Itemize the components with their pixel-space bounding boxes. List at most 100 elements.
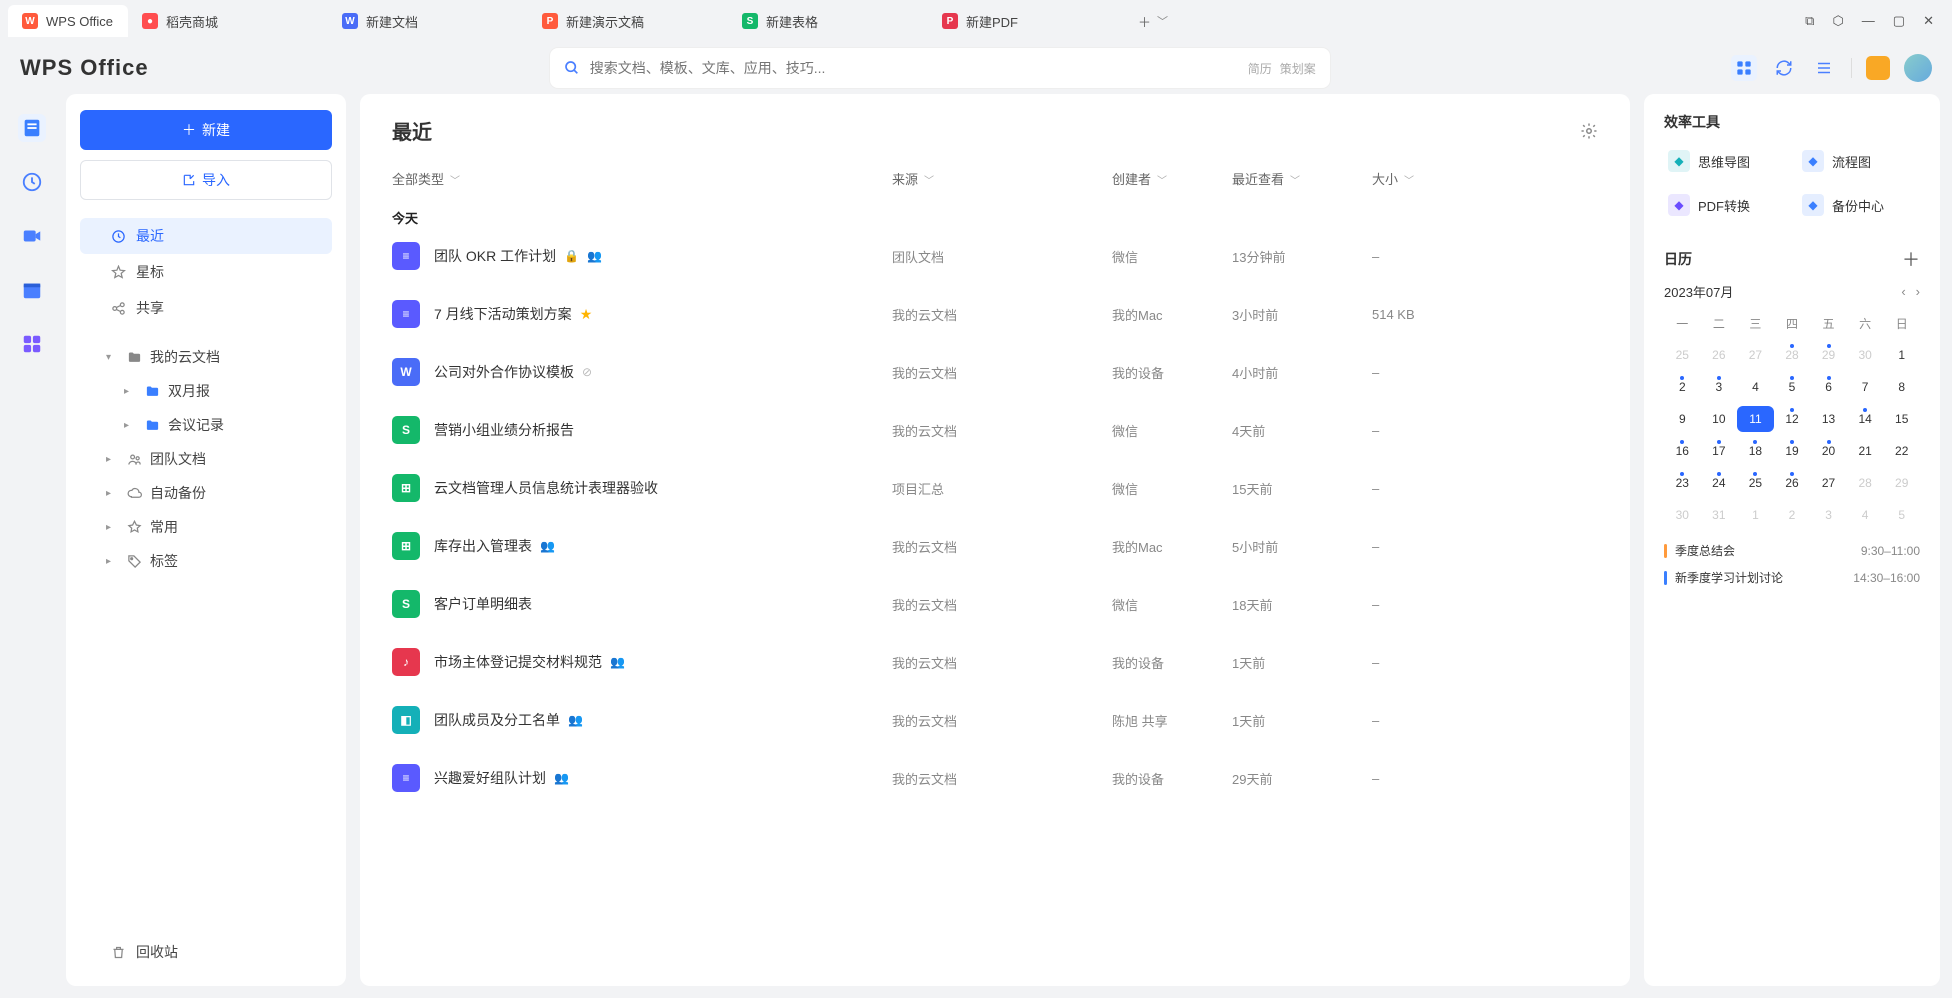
file-row[interactable]: ♪ 市场主体登记提交材料规范👥 我的云文档 我的设备 1天前 –: [392, 633, 1598, 691]
calendar-day[interactable]: 22: [1883, 438, 1920, 464]
calendar-event[interactable]: 新季度学习计划讨论14:30–16:00: [1664, 569, 1920, 586]
col-source[interactable]: 来源﹀: [892, 169, 1112, 188]
calendar-day[interactable]: 26: [1774, 470, 1811, 496]
rail-docs-icon[interactable]: [18, 114, 46, 142]
file-row[interactable]: ⊞ 库存出入管理表👥 我的云文档 我的Mac 5小时前 –: [392, 517, 1598, 575]
calendar-day[interactable]: 21: [1847, 438, 1884, 464]
calendar-day[interactable]: 25: [1737, 470, 1774, 496]
calendar-day[interactable]: 20: [1810, 438, 1847, 464]
tab[interactable]: P新建演示文稿: [528, 5, 728, 37]
calendar-day[interactable]: 29: [1810, 342, 1847, 368]
calendar-day[interactable]: 2: [1664, 374, 1701, 400]
calendar-day[interactable]: 2: [1774, 502, 1811, 528]
calendar-day[interactable]: 13: [1810, 406, 1847, 432]
rail-calendar-icon[interactable]: [18, 276, 46, 304]
minimize-icon[interactable]: —: [1862, 13, 1875, 29]
calendar-day[interactable]: 5: [1883, 502, 1920, 528]
menu-icon[interactable]: [1811, 55, 1837, 81]
tree-item[interactable]: ▾我的云文档: [80, 340, 332, 374]
gear-icon[interactable]: [1580, 122, 1598, 140]
nav-item[interactable]: 星标: [80, 254, 332, 290]
tab[interactable]: P新建PDF: [928, 5, 1128, 37]
calendar-day[interactable]: 14: [1847, 406, 1884, 432]
calendar-day[interactable]: 24: [1701, 470, 1738, 496]
file-row[interactable]: S 客户订单明细表 我的云文档 微信 18天前 –: [392, 575, 1598, 633]
new-button[interactable]: ＋ 新建: [80, 110, 332, 150]
nav-item[interactable]: 共享: [80, 290, 332, 326]
calendar-day[interactable]: 23: [1664, 470, 1701, 496]
file-row[interactable]: S 营销小组业绩分析报告 我的云文档 微信 4天前 –: [392, 401, 1598, 459]
nav-item[interactable]: 最近: [80, 218, 332, 254]
apps-grid-icon[interactable]: [1731, 55, 1757, 81]
tree-item[interactable]: ▸团队文档: [80, 442, 332, 476]
tool-item[interactable]: ◆流程图: [1798, 144, 1920, 178]
calendar-prev-icon[interactable]: ‹: [1901, 284, 1905, 299]
search-tag-1[interactable]: 简历: [1248, 60, 1272, 77]
calendar-day[interactable]: 27: [1737, 342, 1774, 368]
calendar-next-icon[interactable]: ›: [1916, 284, 1920, 299]
chevron-down-icon[interactable]: ﹀: [1157, 13, 1168, 29]
calendar-day[interactable]: 11: [1737, 406, 1774, 432]
layout-icon[interactable]: ⧉: [1805, 13, 1814, 29]
user-avatar[interactable]: [1904, 54, 1932, 82]
tool-item[interactable]: ◆思维导图: [1664, 144, 1786, 178]
tab[interactable]: W新建文档: [328, 5, 528, 37]
file-row[interactable]: ≡ 兴趣爱好组队计划👥 我的云文档 我的设备 29天前 –: [392, 749, 1598, 807]
file-row[interactable]: ⊞ 云文档管理人员信息统计表理器验收 项目汇总 微信 15天前 –: [392, 459, 1598, 517]
search-box[interactable]: 简历 策划案: [550, 48, 1330, 88]
calendar-day[interactable]: 28: [1847, 470, 1884, 496]
calendar-day[interactable]: 4: [1847, 502, 1884, 528]
plus-icon[interactable]: ＋: [1138, 12, 1151, 31]
calendar-day[interactable]: 4: [1737, 374, 1774, 400]
calendar-day[interactable]: 25: [1664, 342, 1701, 368]
calendar-day[interactable]: 15: [1883, 406, 1920, 432]
calendar-day[interactable]: 17: [1701, 438, 1738, 464]
new-tab-controls[interactable]: ＋ ﹀: [1138, 12, 1168, 31]
file-row[interactable]: ≡ 团队 OKR 工作计划🔒👥 团队文档 微信 13分钟前 –: [392, 227, 1598, 285]
tool-item[interactable]: ◆备份中心: [1798, 188, 1920, 222]
calendar-day[interactable]: 30: [1847, 342, 1884, 368]
calendar-day[interactable]: 26: [1701, 342, 1738, 368]
calendar-day[interactable]: 5: [1774, 374, 1811, 400]
calendar-day[interactable]: 28: [1774, 342, 1811, 368]
tab[interactable]: ●稻壳商城: [128, 5, 328, 37]
trash-item[interactable]: 回收站: [80, 934, 332, 970]
rail-more-icon[interactable]: [18, 330, 46, 358]
calendar-day[interactable]: 6: [1810, 374, 1847, 400]
search-tag-2[interactable]: 策划案: [1280, 60, 1316, 77]
close-icon[interactable]: ✕: [1923, 13, 1934, 29]
calendar-day[interactable]: 12: [1774, 406, 1811, 432]
tree-item[interactable]: ▸自动备份: [80, 476, 332, 510]
calendar-event[interactable]: 季度总结会9:30–11:00: [1664, 542, 1920, 559]
tree-item[interactable]: ▸常用: [80, 510, 332, 544]
calendar-day[interactable]: 7: [1847, 374, 1884, 400]
col-time[interactable]: 最近查看﹀: [1232, 169, 1372, 188]
calendar-day[interactable]: 9: [1664, 406, 1701, 432]
calendar-day[interactable]: 1: [1883, 342, 1920, 368]
calendar-day[interactable]: 27: [1810, 470, 1847, 496]
sync-icon[interactable]: [1771, 55, 1797, 81]
col-creator[interactable]: 创建者﹀: [1112, 169, 1232, 188]
tree-item[interactable]: ▸双月报: [80, 374, 332, 408]
calendar-day[interactable]: 29: [1883, 470, 1920, 496]
file-row[interactable]: W 公司对外合作协议模板⊘ 我的云文档 我的设备 4小时前 –: [392, 343, 1598, 401]
calendar-day[interactable]: 3: [1701, 374, 1738, 400]
calendar-day[interactable]: 30: [1664, 502, 1701, 528]
file-row[interactable]: ◧ 团队成员及分工名单👥 我的云文档 陈旭 共享 1天前 –: [392, 691, 1598, 749]
calendar-day[interactable]: 10: [1701, 406, 1738, 432]
col-size[interactable]: 大小﹀: [1372, 169, 1472, 188]
tab[interactable]: S新建表格: [728, 5, 928, 37]
calendar-day[interactable]: 19: [1774, 438, 1811, 464]
calendar-day[interactable]: 3: [1810, 502, 1847, 528]
import-button[interactable]: 导入: [80, 160, 332, 200]
tool-item[interactable]: ◆PDF转换: [1664, 188, 1786, 222]
rail-clock-icon[interactable]: [18, 168, 46, 196]
maximize-icon[interactable]: ▢: [1893, 13, 1905, 29]
calendar-day[interactable]: 18: [1737, 438, 1774, 464]
calendar-add-icon[interactable]: ＋: [1902, 246, 1920, 272]
col-type[interactable]: 全部类型﹀: [392, 169, 892, 188]
tab[interactable]: WWPS Office: [8, 5, 128, 37]
calendar-day[interactable]: 31: [1701, 502, 1738, 528]
tree-item[interactable]: ▸会议记录: [80, 408, 332, 442]
calendar-day[interactable]: 16: [1664, 438, 1701, 464]
